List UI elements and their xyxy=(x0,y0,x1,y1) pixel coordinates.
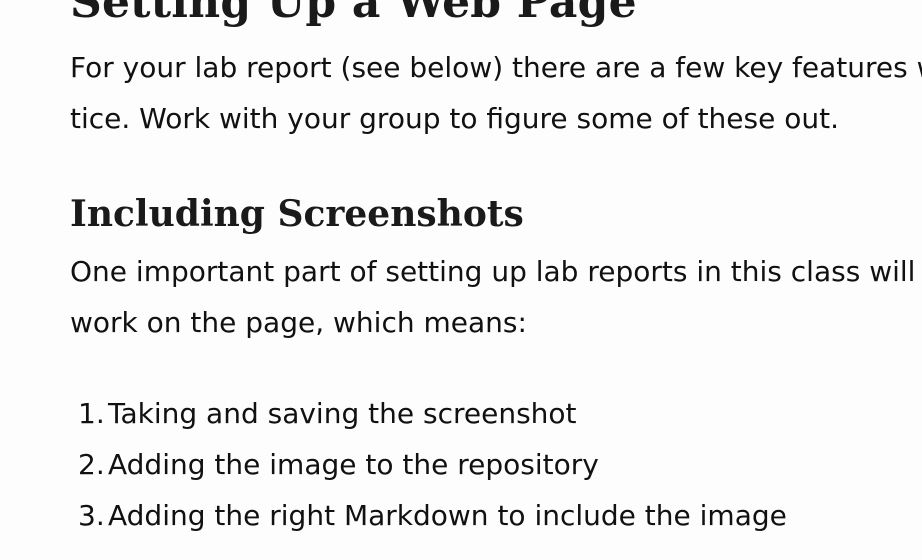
list-item: 1. Taking and saving the screenshot xyxy=(0,388,787,439)
steps-list: 1. Taking and saving the screenshot 2. A… xyxy=(0,388,787,541)
section-heading-screenshots: Including Screenshots xyxy=(70,193,524,235)
list-item-text: Taking and saving the screenshot xyxy=(108,397,577,430)
list-item-text: Adding the image to the repository xyxy=(108,448,599,481)
document-page: Setting Up a Web Page For your lab repor… xyxy=(0,0,922,560)
paragraph-line: tice. Work with your group to figure som… xyxy=(70,102,839,135)
screenshots-paragraph: One important part of setting up lab rep… xyxy=(70,246,922,348)
section-heading-setting-up: Setting Up a Web Page xyxy=(70,0,637,28)
paragraph-line: work on the page, which means: xyxy=(70,306,527,339)
paragraph-line: One important part of setting up lab rep… xyxy=(70,255,922,288)
list-item-text: Adding the right Markdown to include the… xyxy=(108,499,787,532)
list-item: 2. Adding the image to the repository xyxy=(0,439,787,490)
list-item-number: 2. xyxy=(78,448,105,481)
list-item-number: 3. xyxy=(78,499,105,532)
list-item-number: 1. xyxy=(78,397,105,430)
setup-paragraph: For your lab report (see below) there ar… xyxy=(70,42,922,144)
paragraph-line: For your lab report (see below) there ar… xyxy=(70,51,922,84)
list-item: 3. Adding the right Markdown to include … xyxy=(0,490,787,541)
